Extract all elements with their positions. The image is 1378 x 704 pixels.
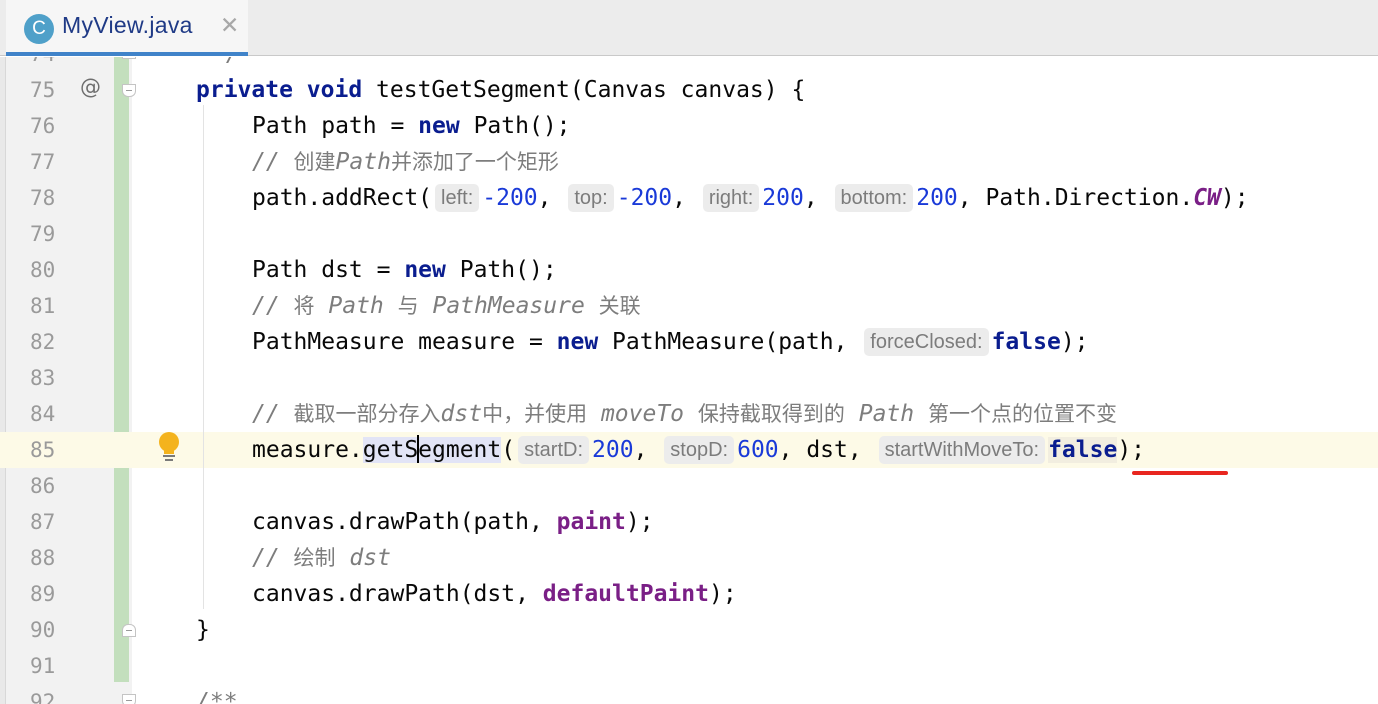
code-line-86: 86 [0,468,1378,504]
line-number: 87 [30,510,56,534]
line-number: 79 [30,222,56,246]
param-hint: right: [702,184,760,212]
code-editor[interactable]: 74 */ 75 @ private void testGetSegment(C… [0,57,1378,704]
code-text: Path path = new Path(); [252,113,571,139]
comment-text: // 将 Path 与 PathMeasure 关联 [252,293,641,319]
code-line-74: 74 */ [0,57,1378,72]
text-caret [417,435,420,463]
fold-marker[interactable] [122,624,136,637]
code-text: Path dst = new Path(); [252,257,557,283]
code-line-91: 91 [0,648,1378,684]
code-line-82: 82 PathMeasure measure = new PathMeasure… [0,324,1378,360]
method-usage-highlight: getS [362,437,419,463]
code-line-81: 81 // 将 Path 与 PathMeasure 关联 [0,288,1378,324]
false-literal: false [1048,437,1118,463]
code-text: PathMeasure measure = new PathMeasure(pa… [252,328,1089,356]
line-number: 85 [30,438,56,462]
code-line-85-current: 85 measure.getSegment(startD: 200, stopD:… [0,432,1378,468]
code-line-78: 78 path.addRect(left: -200, top: -200, rig… [0,180,1378,216]
param-hint: forceClosed: [864,328,989,356]
code-line-84: 84 // 截取一部分存入dst中，并使用 moveTo 保持截取得到的 Pat… [0,396,1378,432]
code-text: canvas.drawPath(path, paint); [252,509,654,535]
comment-text: // 绘制 dst [252,545,391,571]
code-text: */ [212,57,240,72]
close-icon[interactable]: ✕ [220,13,239,39]
line-number: 81 [30,294,56,318]
code-line-76: 76 Path path = new Path(); [0,108,1378,144]
comment-text: // 截取一部分存入dst中，并使用 moveTo 保持截取得到的 Path 第… [252,401,1117,427]
indent-guide [203,105,204,609]
code-text: canvas.drawPath(dst, defaultPaint); [252,581,737,607]
param-hint: stopD: [664,436,735,464]
code-line-90: 90 } [0,612,1378,648]
code-text: private void testGetSegment(Canvas canva… [196,77,806,103]
line-number: 76 [30,114,56,138]
line-number: 75 [30,78,56,102]
param-hint: startWithMoveTo: [878,436,1046,464]
code-line-88: 88 // 绘制 dst [0,540,1378,576]
code-text: path.addRect(left: -200, top: -200, right:… [252,184,1249,212]
line-number: 77 [30,150,56,174]
editor-tab-bar: C MyView.java ✕ [0,0,1378,56]
param-hint: left: [435,184,480,212]
code-line-89: 89 canvas.drawPath(dst, defaultPaint); [0,576,1378,612]
code-line-87: 87 canvas.drawPath(path, paint); [0,504,1378,540]
line-number: 88 [30,546,56,570]
fold-marker[interactable] [122,57,136,59]
line-number: 84 [30,402,56,426]
param-hint: top: [568,184,614,212]
fold-marker[interactable] [122,84,136,97]
code-line-75: 75 @ private void testGetSegment(Canvas … [0,72,1378,108]
line-number: 82 [30,330,56,354]
param-hint: bottom: [834,184,914,212]
line-number: 78 [30,186,56,210]
line-number: 91 [30,654,56,678]
comment-text: // 创建Path并添加了一个矩形 [252,149,559,175]
tab-label: MyView.java [62,12,193,38]
code-line-92: 92 /** [0,684,1378,704]
code-line-83: 83 [0,360,1378,396]
at-sign-icon[interactable]: @ [80,75,101,99]
code-line-77: 77 // 创建Path并添加了一个矩形 [0,144,1378,180]
param-hint: startD: [518,436,590,464]
line-number: 80 [30,258,56,282]
line-number: 90 [30,618,56,642]
tab-myview-java[interactable]: C MyView.java ✕ [6,0,248,56]
java-class-icon: C [24,14,54,44]
fold-marker[interactable] [122,694,136,704]
line-number: 89 [30,582,56,606]
line-number: 86 [30,474,56,498]
code-text: } [196,617,210,643]
line-number: 92 [30,690,56,704]
code-line-80: 80 Path dst = new Path(); [0,252,1378,288]
line-number: 83 [30,366,56,390]
code-text: measure.getSegment(startD: 200, stopD: 600… [252,435,1146,464]
lightbulb-icon[interactable] [158,432,180,462]
code-line-79: 79 [0,216,1378,252]
code-text: /** [196,689,238,704]
line-number: 74 [30,57,55,72]
